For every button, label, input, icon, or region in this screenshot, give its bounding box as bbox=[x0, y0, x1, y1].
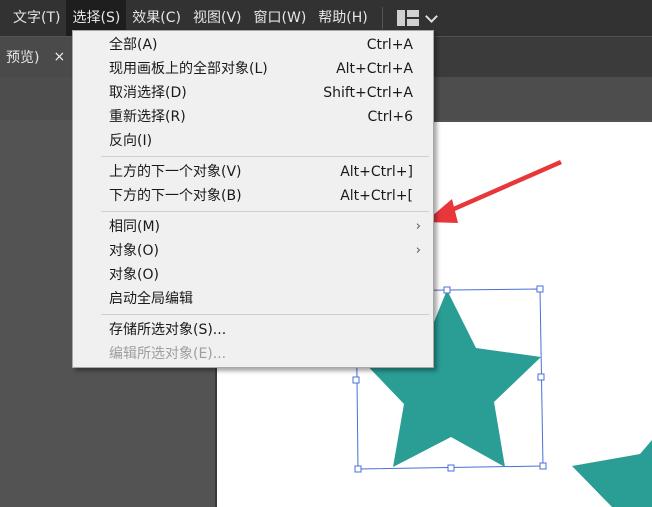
selection-handle[interactable] bbox=[537, 373, 545, 381]
menu-separator bbox=[101, 314, 429, 315]
menu-option-same[interactable]: 相同(M) › bbox=[73, 215, 435, 239]
menu-option-select-all-on-artboard[interactable]: 现用画板上的全部对象(L) Alt+Ctrl+A bbox=[73, 57, 435, 81]
selection-handle[interactable] bbox=[443, 286, 451, 294]
menu-option-next-object-above[interactable]: 上方的下一个对象(V) Alt+Ctrl+] bbox=[73, 160, 435, 184]
menu-option-object[interactable]: 对象(O) bbox=[73, 263, 435, 287]
menu-separator bbox=[101, 156, 429, 157]
menu-option-global-edit[interactable]: 启动全局编辑 bbox=[73, 287, 435, 311]
selection-handle[interactable] bbox=[352, 376, 360, 384]
menu-option-select-all[interactable]: 全部(A) Ctrl+A bbox=[73, 33, 435, 57]
menu-option-deselect[interactable]: 取消选择(D) Shift+Ctrl+A bbox=[73, 81, 435, 105]
submenu-arrow-icon: › bbox=[415, 243, 421, 258]
selection-handle[interactable] bbox=[447, 464, 455, 472]
menu-option-next-object-below[interactable]: 下方的下一个对象(B) Alt+Ctrl+[ bbox=[73, 184, 435, 208]
menu-separator bbox=[101, 211, 429, 212]
selection-handle[interactable] bbox=[354, 465, 362, 473]
menu-option-edit-selection: 编辑所选对象(E)... bbox=[109, 346, 227, 362]
selection-handle[interactable] bbox=[539, 462, 547, 470]
menu-option-inverse[interactable]: 反向(I) bbox=[73, 129, 435, 153]
menu-option-save-selection[interactable]: 存储所选对象(S)... bbox=[73, 318, 435, 342]
second-star-shape[interactable] bbox=[572, 440, 652, 507]
selection-handle[interactable] bbox=[536, 285, 544, 293]
annotation-arrow bbox=[425, 160, 562, 223]
menu-option-reselect[interactable]: 重新选择(R) Ctrl+6 bbox=[73, 105, 435, 129]
menu-option-object-submenu[interactable]: 对象(O) › bbox=[73, 239, 435, 263]
submenu-arrow-icon: › bbox=[415, 219, 421, 234]
select-menu-dropdown: 全部(A) Ctrl+A 现用画板上的全部对象(L) Alt+Ctrl+A 取消… bbox=[72, 30, 434, 368]
